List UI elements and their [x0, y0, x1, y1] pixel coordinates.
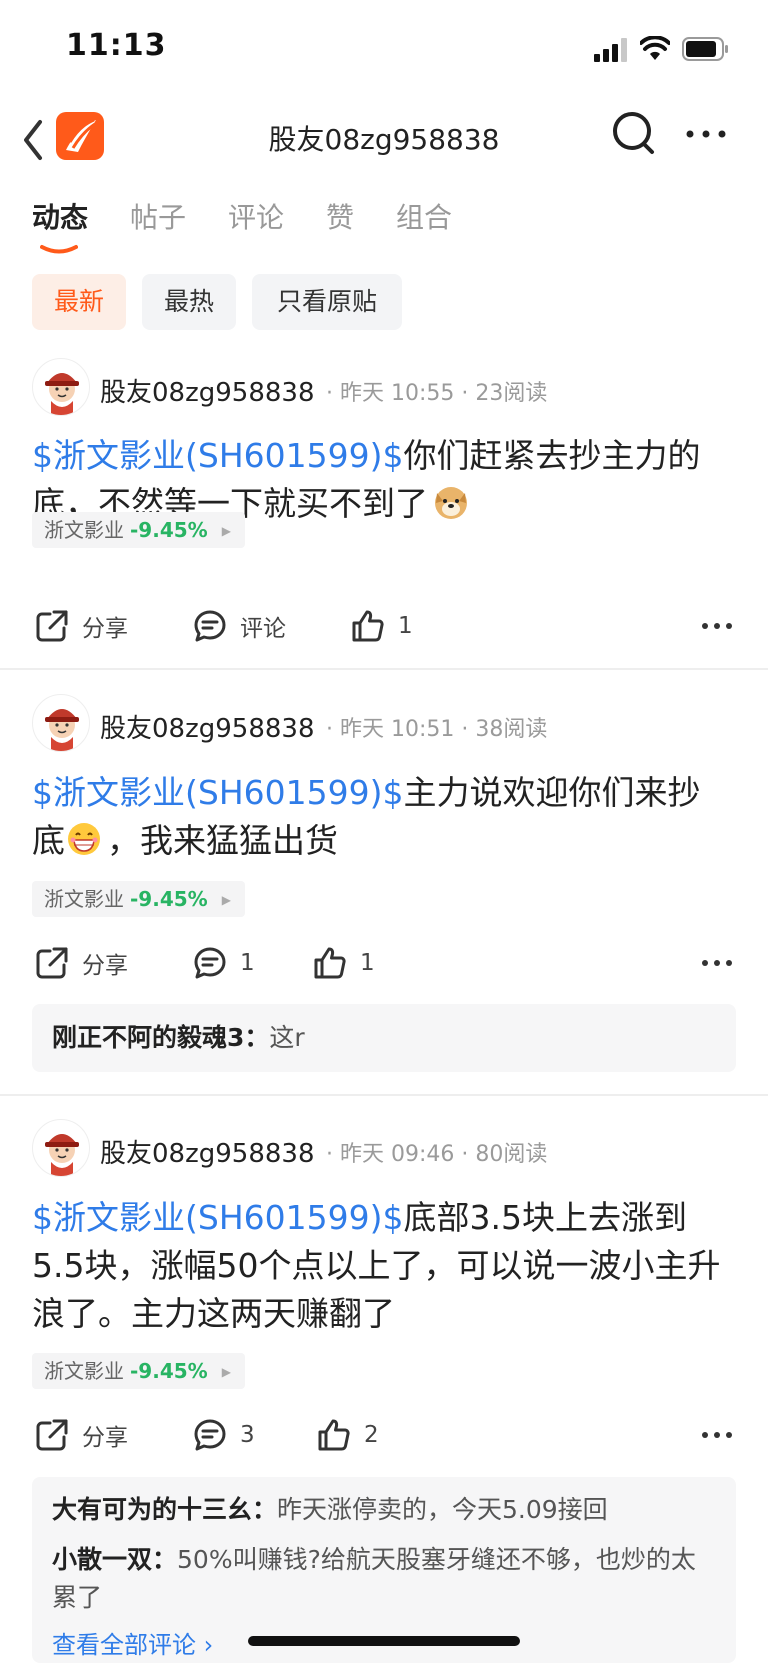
- comment-button[interactable]: 评论: [192, 604, 286, 648]
- share-icon: [36, 610, 68, 642]
- like-button[interactable]: 2: [316, 1413, 379, 1457]
- doge-emoji-icon: [435, 487, 467, 519]
- read-count: 80阅读: [475, 1142, 548, 1167]
- stock-tag[interactable]: 浙文影业 -9.45% ▶: [32, 512, 245, 548]
- author-name[interactable]: 股友08zg958838: [100, 708, 315, 745]
- like-count: 1: [360, 950, 375, 976]
- tab-portfolio[interactable]: 组合: [396, 196, 452, 236]
- read-count: 23阅读: [475, 381, 548, 406]
- comment-preview[interactable]: 刚正不阿的毅魂3：这r: [32, 1004, 736, 1072]
- post-meta: · 昨天 09:46 · 80阅读: [326, 1142, 548, 1167]
- profile-tabs: 动态 帖子 评论 赞 组合: [0, 196, 768, 256]
- share-button[interactable]: 分享: [34, 1413, 128, 1457]
- share-label: 分享: [82, 953, 128, 979]
- post-more-icon[interactable]: [700, 957, 734, 969]
- comment-count: 3: [240, 1422, 255, 1448]
- stock-tag-name: 浙文影业: [44, 518, 124, 542]
- comment-item: 大有可为的十三幺：昨天涨停卖的，今天5.09接回: [52, 1491, 716, 1529]
- filter-latest[interactable]: 最新: [32, 274, 126, 330]
- avatar[interactable]: [32, 694, 90, 752]
- avatar[interactable]: [32, 358, 90, 416]
- wifi-icon: [640, 36, 670, 60]
- comment-icon: [194, 1419, 226, 1451]
- read-count: 38阅读: [475, 717, 548, 742]
- comment-button[interactable]: 3: [192, 1413, 255, 1457]
- comment-text: 昨天涨停卖的，今天5.09接回: [277, 1495, 608, 1524]
- post-time: 昨天 10:51: [340, 717, 455, 742]
- post-meta: · 昨天 10:51 · 38阅读: [326, 717, 548, 742]
- avatar[interactable]: [32, 1119, 90, 1177]
- tag-arrow-icon: ▶: [221, 524, 231, 538]
- stock-link[interactable]: $浙文影业(SH601599)$: [32, 1198, 403, 1237]
- comment-item: 刚正不阿的毅魂3：这r: [52, 1019, 716, 1057]
- comment-icon: [194, 947, 226, 979]
- cellular-signal-icon: [594, 38, 627, 62]
- stock-tag-change: -9.45%: [130, 1359, 208, 1383]
- tab-posts[interactable]: 帖子: [130, 196, 186, 236]
- post-text-continued: ，我来猛猛出货: [107, 821, 338, 860]
- home-indicator: [248, 1636, 520, 1646]
- status-bar: 11:13: [0, 0, 768, 96]
- comment-icon: [194, 610, 226, 642]
- post-more-icon[interactable]: [700, 1429, 734, 1441]
- tag-arrow-icon: ▶: [221, 893, 231, 907]
- stock-link[interactable]: $浙文影业(SH601599)$: [32, 436, 403, 475]
- author-name[interactable]: 股友08zg958838: [100, 1133, 315, 1170]
- stock-tag[interactable]: 浙文影业 -9.45% ▶: [32, 1353, 245, 1389]
- grin-emoji-icon: [68, 823, 100, 855]
- like-button[interactable]: 1: [350, 604, 413, 648]
- like-button[interactable]: 1: [312, 941, 375, 985]
- tab-comments[interactable]: 评论: [228, 196, 284, 236]
- post-more-icon[interactable]: [700, 620, 734, 632]
- tab-dynamic[interactable]: 动态: [32, 196, 88, 236]
- stock-tag-name: 浙文影业: [44, 1359, 124, 1383]
- nav-bar: 股友08zg958838: [0, 96, 768, 196]
- status-time: 11:13: [66, 28, 167, 63]
- stock-tag-change: -9.45%: [130, 518, 208, 542]
- filter-hot[interactable]: 最热: [142, 274, 236, 330]
- comment-user[interactable]: 刚正不阿的毅魂3：: [52, 1023, 269, 1052]
- battery-icon: [682, 37, 728, 61]
- comment-button[interactable]: 1: [192, 941, 255, 985]
- filter-original-only[interactable]: 只看原贴: [252, 274, 402, 330]
- author-name[interactable]: 股友08zg958838: [100, 372, 315, 409]
- post-content[interactable]: $浙文影业(SH601599)$底部3.5块上去涨到5.5块，涨幅50个点以上了…: [32, 1194, 732, 1338]
- share-label: 分享: [82, 616, 128, 642]
- post-meta: · 昨天 10:55 · 23阅读: [326, 381, 548, 406]
- stock-tag-name: 浙文影业: [44, 887, 124, 911]
- search-icon[interactable]: [610, 108, 658, 160]
- stock-tag[interactable]: 浙文影业 -9.45% ▶: [32, 881, 245, 917]
- thumbs-up-icon: [352, 610, 384, 642]
- comment-user[interactable]: 大有可为的十三幺：: [52, 1495, 277, 1524]
- comment-text: 这r: [269, 1023, 305, 1052]
- tag-arrow-icon: ▶: [221, 1365, 231, 1379]
- post-content[interactable]: $浙文影业(SH601599)$主力说欢迎你们来抄底 ，我来猛猛出货: [32, 769, 732, 865]
- share-icon: [36, 1419, 68, 1451]
- share-button[interactable]: 分享: [34, 941, 128, 985]
- share-button[interactable]: 分享: [34, 604, 128, 648]
- thumbs-up-icon: [314, 947, 346, 979]
- share-label: 分享: [82, 1425, 128, 1451]
- like-count: 1: [398, 613, 413, 639]
- tab-likes[interactable]: 赞: [326, 196, 354, 236]
- active-tab-indicator: [40, 245, 78, 254]
- comment-count: 1: [240, 950, 255, 976]
- like-count: 2: [364, 1422, 379, 1448]
- stock-link[interactable]: $浙文影业(SH601599)$: [32, 773, 403, 812]
- comment-user[interactable]: 小散一双：: [52, 1545, 177, 1574]
- post-time: 昨天 09:46: [340, 1142, 455, 1167]
- post-divider: [0, 1094, 768, 1096]
- share-icon: [36, 947, 68, 979]
- post-divider: [0, 668, 768, 670]
- post-time: 昨天 10:55: [340, 381, 455, 406]
- comment-label: 评论: [240, 616, 286, 642]
- comment-item: 小散一双：50%叫赚钱?给航天股塞牙缝还不够，也炒的太累了: [52, 1541, 716, 1617]
- thumbs-up-icon: [318, 1419, 350, 1451]
- more-options-icon[interactable]: [682, 116, 730, 152]
- stock-tag-change: -9.45%: [130, 887, 208, 911]
